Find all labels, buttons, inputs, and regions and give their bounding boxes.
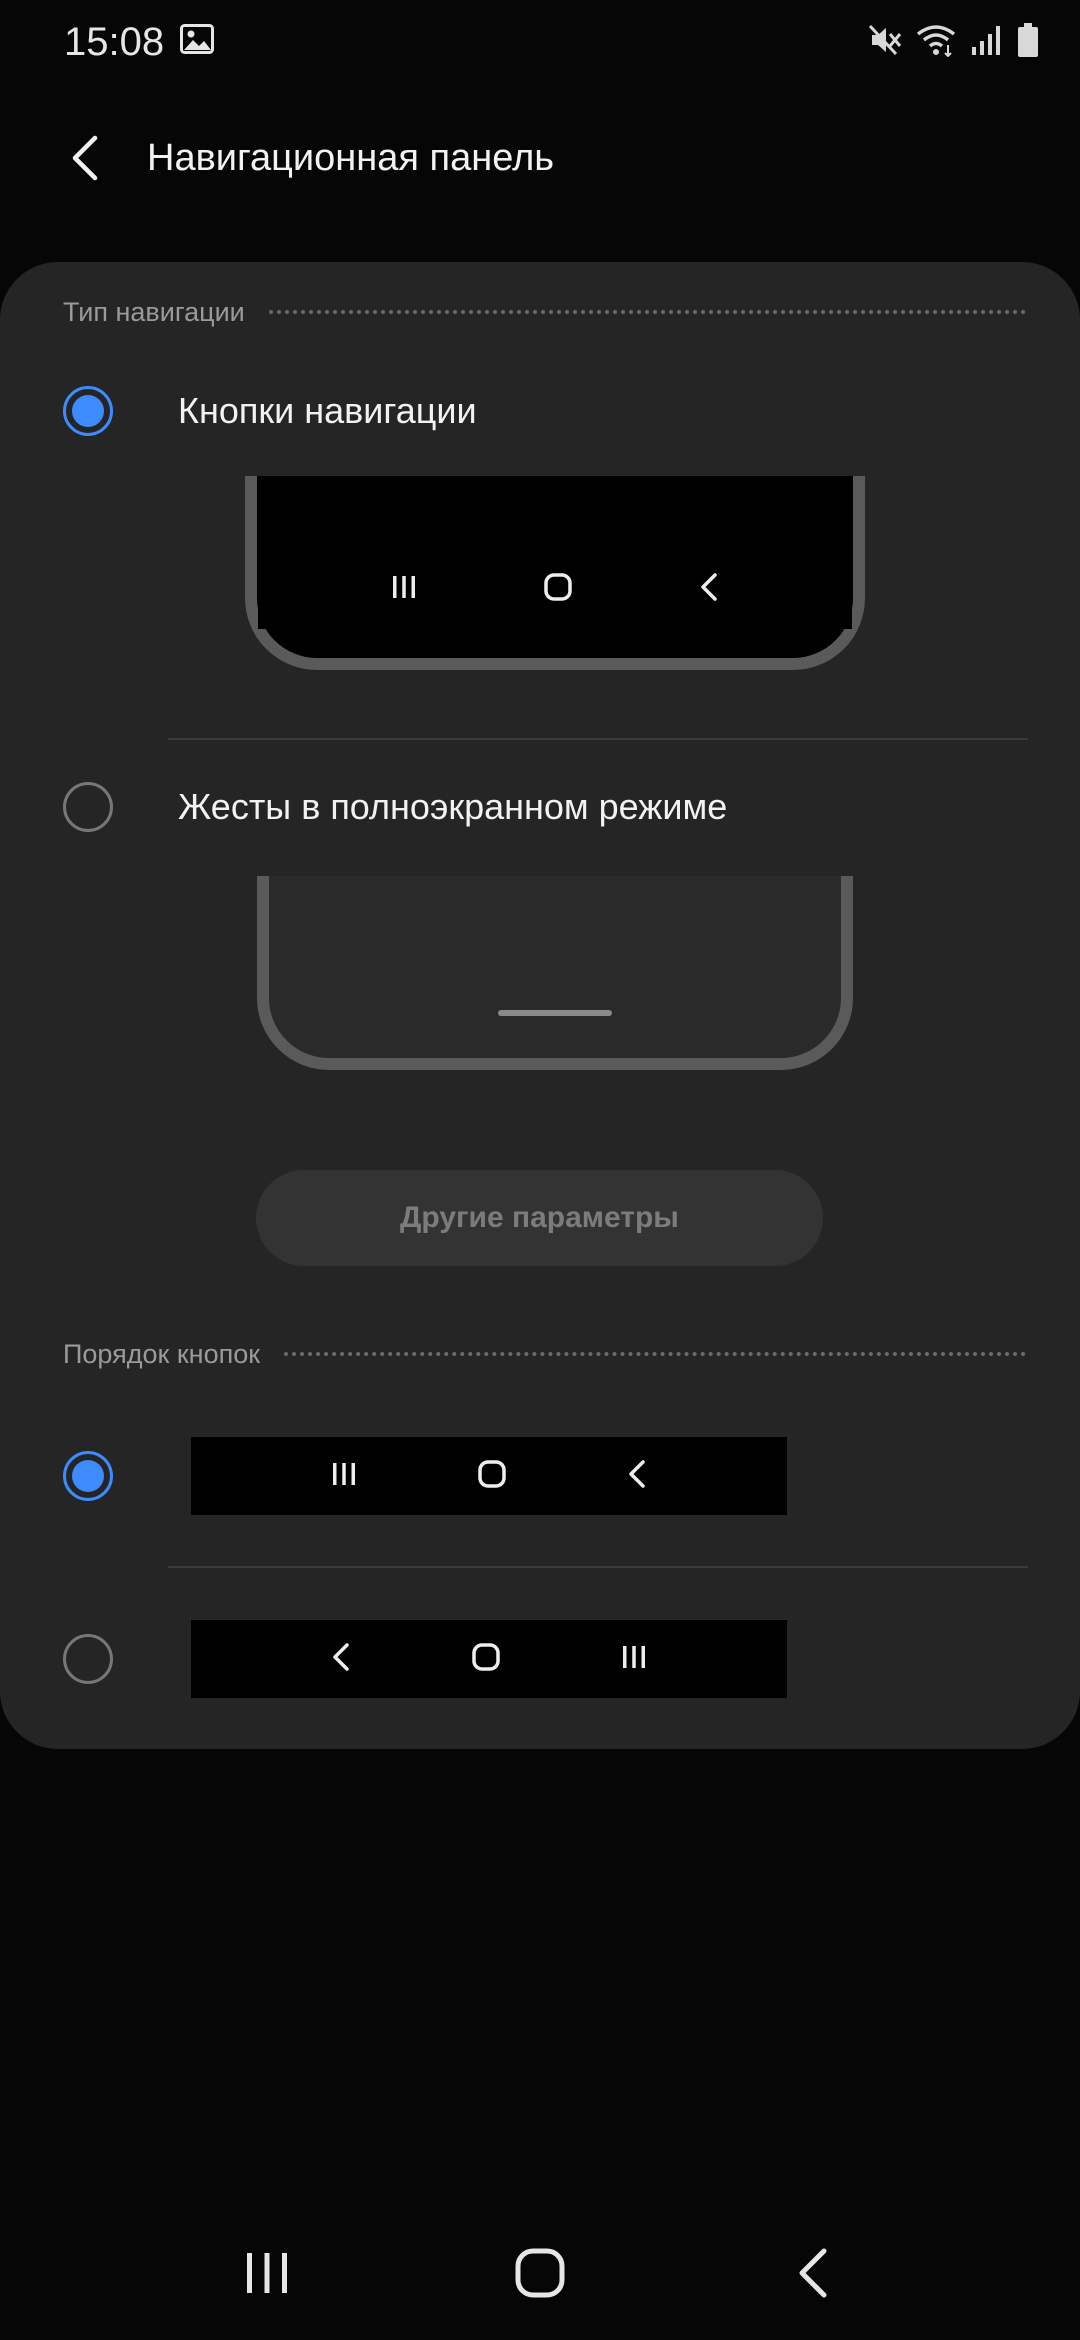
recents-icon [390, 574, 418, 605]
section-label: Порядок кнопок [63, 1339, 261, 1369]
radio-order-back-home-recents[interactable] [63, 1634, 113, 1684]
wifi-icon [916, 23, 956, 62]
recents-icon [620, 1644, 648, 1675]
gallery-icon [180, 24, 214, 54]
status-icons [868, 20, 1040, 64]
back-button-system[interactable] [763, 2230, 863, 2320]
option-divider [168, 1566, 1028, 1568]
option-label-navigation-buttons: Кнопки навигации [178, 390, 477, 431]
dotted-divider [284, 1352, 1026, 1356]
mute-icon [868, 23, 902, 62]
recents-icon [243, 2250, 291, 2301]
fullscreen-gestures-preview [257, 876, 853, 1070]
gesture-handle [498, 1010, 612, 1016]
system-navigation-bar [0, 2230, 1080, 2320]
option-label-fullscreen-gestures: Жесты в полноэкранном режиме [178, 786, 728, 827]
radio-dot [72, 1460, 104, 1492]
order-preview-back-home-recents [191, 1620, 787, 1698]
battery-icon [1016, 22, 1040, 63]
home-icon [543, 572, 573, 607]
status-time: 15:08 [64, 20, 165, 64]
home-icon [514, 2247, 566, 2304]
section-header-navigation-type: Тип навигации [63, 294, 1026, 330]
signal-icon [970, 23, 1002, 62]
back-icon [330, 1642, 352, 1677]
dotted-divider [268, 310, 1026, 314]
recents-icon [330, 1461, 358, 1492]
home-button[interactable] [490, 2230, 590, 2320]
radio-fullscreen-gestures[interactable] [63, 782, 113, 832]
radio-navigation-buttons[interactable] [63, 386, 113, 436]
back-icon [698, 572, 720, 607]
chevron-left-icon [67, 134, 101, 187]
back-icon [796, 2247, 830, 2304]
page-title: Навигационная панель [147, 137, 555, 179]
order-preview-recents-home-back [191, 1437, 787, 1515]
radio-dot [72, 395, 104, 427]
recents-button[interactable] [217, 2230, 317, 2320]
home-icon [471, 1642, 501, 1677]
radio-order-recents-home-back[interactable] [63, 1451, 113, 1501]
home-icon [477, 1459, 507, 1494]
section-label: Тип навигации [63, 297, 245, 327]
section-header-button-order: Порядок кнопок [63, 1336, 1026, 1372]
back-icon [626, 1459, 648, 1494]
back-button[interactable] [52, 120, 116, 200]
other-settings-button[interactable]: Другие параметры [256, 1170, 823, 1266]
option-divider [168, 738, 1028, 740]
preview-navbar [258, 549, 852, 629]
